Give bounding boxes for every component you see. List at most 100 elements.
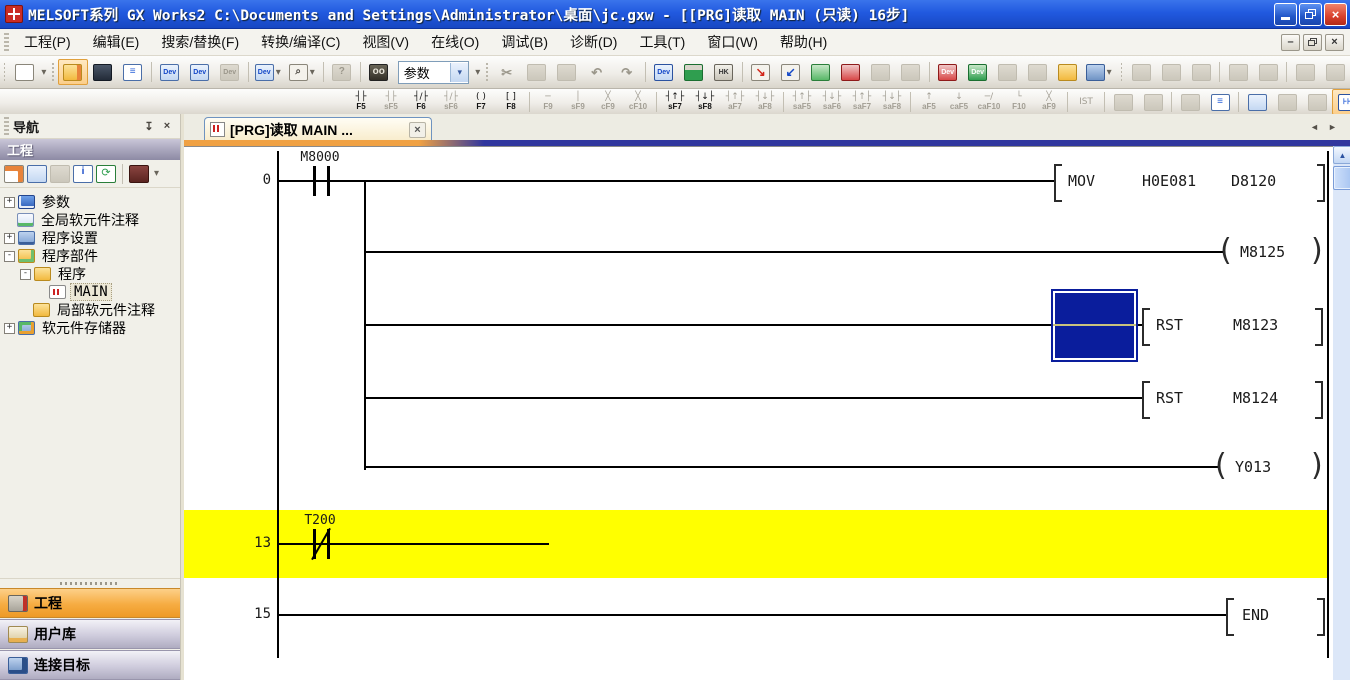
scroll-up-button[interactable]: ▲ bbox=[1333, 146, 1350, 164]
combo-dropdown-button[interactable]: ▾ bbox=[450, 63, 468, 82]
cut-button[interactable]: ✂ bbox=[492, 59, 522, 85]
window-tile-button[interactable] bbox=[1023, 59, 1053, 85]
verify-with-plc-button[interactable] bbox=[806, 59, 836, 85]
ladder-tool-af5[interactable]: ↑aF5 bbox=[914, 90, 944, 115]
ladder-tool-af7[interactable]: ┤↑├aF7 bbox=[720, 90, 750, 115]
find-coil-button[interactable] bbox=[1302, 89, 1332, 115]
device-monitor-run-button[interactable]: Dev bbox=[963, 59, 993, 85]
remote-screen-button[interactable]: ▾ bbox=[1083, 59, 1117, 85]
rst-instruction[interactable]: RST bbox=[1156, 389, 1183, 407]
tree-item-parameter[interactable]: + 参数 bbox=[4, 193, 178, 211]
tab-user-library[interactable]: 用户库 bbox=[0, 619, 180, 649]
monitor-write-mode-button[interactable] bbox=[1156, 59, 1186, 85]
menu-edit[interactable]: 编辑(E) bbox=[82, 30, 151, 55]
ladder-editor-canvas[interactable]: 0 M8000 MOV H0E081 D8120 ( M8125 ) bbox=[184, 146, 1333, 680]
close-button[interactable]: × bbox=[1324, 3, 1347, 26]
scrollbar-thumb[interactable] bbox=[1333, 166, 1350, 190]
sort-button[interactable] bbox=[129, 165, 149, 183]
mdi-minimize-button[interactable]: – bbox=[1281, 34, 1300, 51]
coil-y013[interactable]: Y013 bbox=[1235, 458, 1271, 476]
menu-project[interactable]: 工程(P) bbox=[13, 30, 82, 55]
write-to-plc-button[interactable]: ↘ bbox=[746, 59, 776, 85]
end-instruction[interactable]: END bbox=[1242, 606, 1269, 624]
ladder-tool-sf6[interactable]: ┤/├sF6 bbox=[436, 90, 466, 115]
tree-item-global-comment[interactable]: 全局软元件注释 bbox=[4, 211, 178, 229]
menu-help[interactable]: 帮助(H) bbox=[769, 30, 838, 55]
open-contact[interactable] bbox=[313, 166, 316, 196]
sampling-trace-button[interactable] bbox=[1290, 59, 1320, 85]
tree-item-program-setting[interactable]: + 程序设置 bbox=[4, 229, 178, 247]
tab-close-button[interactable]: × bbox=[409, 122, 426, 138]
ladder-tool-af8[interactable]: ┤↓├aF8 bbox=[750, 90, 780, 115]
minimize-button[interactable] bbox=[1274, 3, 1297, 26]
collapse-icon[interactable]: - bbox=[4, 251, 15, 262]
plc-monitor-button[interactable] bbox=[679, 59, 709, 85]
expand-icon[interactable]: + bbox=[4, 233, 15, 244]
mov-source-operand[interactable]: H0E081 bbox=[1142, 172, 1196, 190]
note-edit-button[interactable] bbox=[1242, 89, 1272, 115]
expand-icon[interactable]: + bbox=[4, 197, 15, 208]
chevron-down-icon[interactable]: ▾ bbox=[152, 168, 161, 179]
ladder-tool-f6[interactable]: ┤/├F6 bbox=[406, 90, 436, 115]
sampling-trace-stop-button[interactable] bbox=[1320, 59, 1350, 85]
device-comment-edit-button[interactable] bbox=[1175, 89, 1205, 115]
edit-ladder-block-button[interactable] bbox=[1108, 89, 1138, 115]
read-ladder-block-button[interactable] bbox=[1138, 89, 1168, 115]
menu-compile[interactable]: 转换/编译(C) bbox=[250, 30, 351, 55]
redo-button[interactable]: ↷ bbox=[612, 59, 642, 85]
mdi-close-button[interactable]: × bbox=[1325, 34, 1344, 51]
rst-operand-m8124[interactable]: M8124 bbox=[1233, 389, 1278, 407]
connection-test-button[interactable] bbox=[1253, 59, 1283, 85]
window-cascade-button[interactable] bbox=[993, 59, 1023, 85]
ladder-tool-ist[interactable]: IST bbox=[1071, 90, 1101, 115]
tree-item-main[interactable]: MAIN bbox=[4, 283, 178, 301]
tree-item-device-memory[interactable]: + 软元件存储器 bbox=[4, 319, 178, 337]
device-monitor-start-button[interactable]: Dev bbox=[933, 59, 963, 85]
module-configuration-button[interactable] bbox=[88, 59, 118, 85]
new-data-button[interactable] bbox=[4, 165, 24, 183]
ladder-tool-cf10[interactable]: ╳cF10 bbox=[623, 90, 653, 115]
copy-button[interactable] bbox=[522, 59, 552, 85]
panel-close-button[interactable]: × bbox=[158, 118, 176, 134]
device-default-button[interactable]: Dev bbox=[215, 59, 245, 85]
ladder-tool-sf7[interactable]: ┤↑├sF7 bbox=[660, 90, 690, 115]
display-connection-button[interactable]: ⊦⊦ bbox=[1332, 89, 1350, 115]
menu-debug[interactable]: 调试(B) bbox=[490, 30, 559, 55]
refresh-button[interactable]: ⟳ bbox=[96, 165, 116, 183]
ladder-tool-f8[interactable]: [ ]F8 bbox=[496, 90, 526, 115]
ladder-tool-f9[interactable]: ─F9 bbox=[533, 90, 563, 115]
window-prev-button[interactable] bbox=[866, 59, 896, 85]
menu-find-replace[interactable]: 搜索/替换(F) bbox=[150, 30, 250, 55]
find-combo[interactable]: 参数 ▾ bbox=[398, 61, 470, 84]
paste-data-button[interactable] bbox=[50, 165, 70, 183]
ladder-tool-caf5[interactable]: ↓caF5 bbox=[944, 90, 974, 115]
vertical-scrollbar[interactable]: ▲ bbox=[1333, 146, 1350, 680]
toolbar-overflow-chevron[interactable]: ▾ bbox=[473, 67, 482, 78]
ladder-tool-saf7[interactable]: ┤↑├saF7 bbox=[847, 90, 877, 115]
tree-item-local-comment[interactable]: 局部软元件注释 bbox=[4, 301, 178, 319]
tab-prg-main[interactable]: [PRG]读取 MAIN ... × bbox=[204, 117, 432, 141]
menu-diagnostics[interactable]: 诊断(D) bbox=[559, 30, 628, 55]
tab-connection-destination[interactable]: 连接目标 bbox=[0, 650, 180, 680]
tree-item-pou[interactable]: - 程序部件 bbox=[4, 247, 178, 265]
ladder-tool-f5[interactable]: ┤├F5 bbox=[346, 90, 376, 115]
data-transfer-button[interactable] bbox=[1053, 59, 1083, 85]
ladder-tool-sf5[interactable]: ┤├sF5 bbox=[376, 90, 406, 115]
copy-data-button[interactable] bbox=[27, 165, 47, 183]
tab-scroll-right-button[interactable]: ► bbox=[1325, 120, 1340, 134]
ladder-tool-cf9[interactable]: ╳cF9 bbox=[593, 90, 623, 115]
content-list-button[interactable]: ≡ bbox=[118, 59, 148, 85]
mov-instruction[interactable]: MOV bbox=[1068, 172, 1095, 190]
pulse-monitor-button[interactable] bbox=[1186, 59, 1216, 85]
open-contact[interactable] bbox=[327, 166, 330, 196]
ladder-tool-af9[interactable]: ╳aF9 bbox=[1034, 90, 1064, 115]
pin-icon[interactable]: ↧ bbox=[140, 118, 158, 134]
window-next-button[interactable] bbox=[896, 59, 926, 85]
monitor-mode-button[interactable] bbox=[1126, 59, 1156, 85]
coil-m8125[interactable]: M8125 bbox=[1240, 243, 1285, 261]
ladder-tool-sf9[interactable]: │sF9 bbox=[563, 90, 593, 115]
property-button[interactable]: i bbox=[73, 165, 93, 183]
collapse-icon[interactable]: - bbox=[20, 269, 31, 280]
ladder-tool-f7[interactable]: ( )F7 bbox=[466, 90, 496, 115]
ladder-tool-saf8[interactable]: ┤↓├saF8 bbox=[877, 90, 907, 115]
